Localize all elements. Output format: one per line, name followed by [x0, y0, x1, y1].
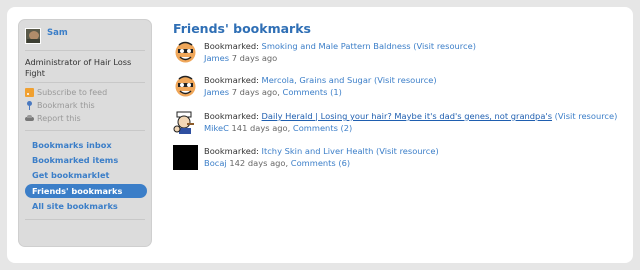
divider [25, 82, 145, 83]
comments-link[interactable]: Comments (2) [293, 123, 352, 133]
rss-icon [25, 88, 34, 97]
black-avatar[interactable] [173, 145, 198, 170]
nav-friends-bookmarks[interactable]: Friends' bookmarks [25, 183, 147, 198]
divider [25, 219, 145, 220]
report-this-link[interactable]: Report this [25, 114, 81, 123]
sidebar-nav: Bookmarks inbox Bookmarked items Get boo… [25, 138, 147, 214]
bookmark-this-label: Bookmark this [37, 101, 95, 110]
comments-link[interactable]: Comments (6) [291, 158, 350, 168]
bookmark-title-link[interactable]: Mercola, Grains and Sugar [262, 75, 372, 85]
list-item: Bookmarked: Mercola, Grains and Sugar (V… [173, 74, 437, 99]
bookmark-this-link[interactable]: Bookmark this [25, 101, 95, 110]
bookmarked-label: Bookmarked: [204, 146, 259, 156]
page-title: Friends' bookmarks [173, 21, 311, 36]
bookmark-title-link[interactable]: Daily Herald | Losing your hair? Maybe i… [262, 111, 552, 121]
avatar[interactable] [25, 27, 41, 44]
cartoon-avatar[interactable] [173, 74, 198, 99]
visit-resource-link[interactable]: (Visit resource) [555, 111, 618, 121]
nav-bookmarks-inbox[interactable]: Bookmarks inbox [25, 138, 147, 152]
nav-all-site-bookmarks[interactable]: All site bookmarks [25, 199, 147, 213]
popeye-avatar[interactable] [173, 110, 198, 135]
nav-bookmarked-items[interactable]: Bookmarked items [25, 153, 147, 167]
divider [25, 50, 145, 51]
timestamp: 7 days ago, [231, 87, 280, 97]
page-container: Sam Administrator of Hair Loss Fight Sub… [7, 7, 633, 263]
list-item: Bookmarked: Daily Herald | Losing your h… [173, 110, 617, 135]
bookmark-title-link[interactable]: Itchy Skin and Liver Health [262, 146, 374, 156]
pin-icon [25, 101, 34, 110]
car-icon [25, 114, 34, 123]
sidebar: Sam Administrator of Hair Loss Fight Sub… [18, 19, 152, 247]
bookmarked-label: Bookmarked: [204, 41, 259, 51]
user-about: Administrator of Hair Loss Fight [25, 57, 132, 78]
user-link[interactable]: MikeC [204, 123, 229, 133]
user-link[interactable]: Bocaj [204, 158, 227, 168]
bookmark-title-link[interactable]: Smoking and Male Pattern Baldness [262, 41, 411, 51]
user-link[interactable]: James [204, 87, 229, 97]
list-item: Bookmarked: Smoking and Male Pattern Bal… [173, 40, 476, 65]
report-this-label: Report this [37, 114, 81, 123]
profile-header: Sam [25, 27, 68, 44]
timestamp: 142 days ago, [229, 158, 289, 168]
timestamp: 141 days ago, [231, 123, 291, 133]
visit-resource-link[interactable]: (Visit resource) [374, 75, 437, 85]
comments-link[interactable]: Comments (1) [283, 87, 342, 97]
divider [25, 130, 145, 131]
subscribe-feed-link[interactable]: Subscribe to feed [25, 88, 107, 97]
bookmarked-label: Bookmarked: [204, 75, 259, 85]
subscribe-feed-label: Subscribe to feed [37, 88, 108, 97]
visit-resource-link[interactable]: (Visit resource) [413, 41, 476, 51]
list-item: Bookmarked: Itchy Skin and Liver Health … [173, 145, 439, 170]
timestamp: 7 days ago [231, 53, 278, 63]
bookmarked-label: Bookmarked: [204, 111, 259, 121]
user-name-link[interactable]: Sam [47, 28, 68, 38]
visit-resource-link[interactable]: (Visit resource) [376, 146, 439, 156]
nav-get-bookmarklet[interactable]: Get bookmarklet [25, 168, 147, 182]
cartoon-avatar[interactable] [173, 40, 198, 65]
user-link[interactable]: James [204, 53, 229, 63]
